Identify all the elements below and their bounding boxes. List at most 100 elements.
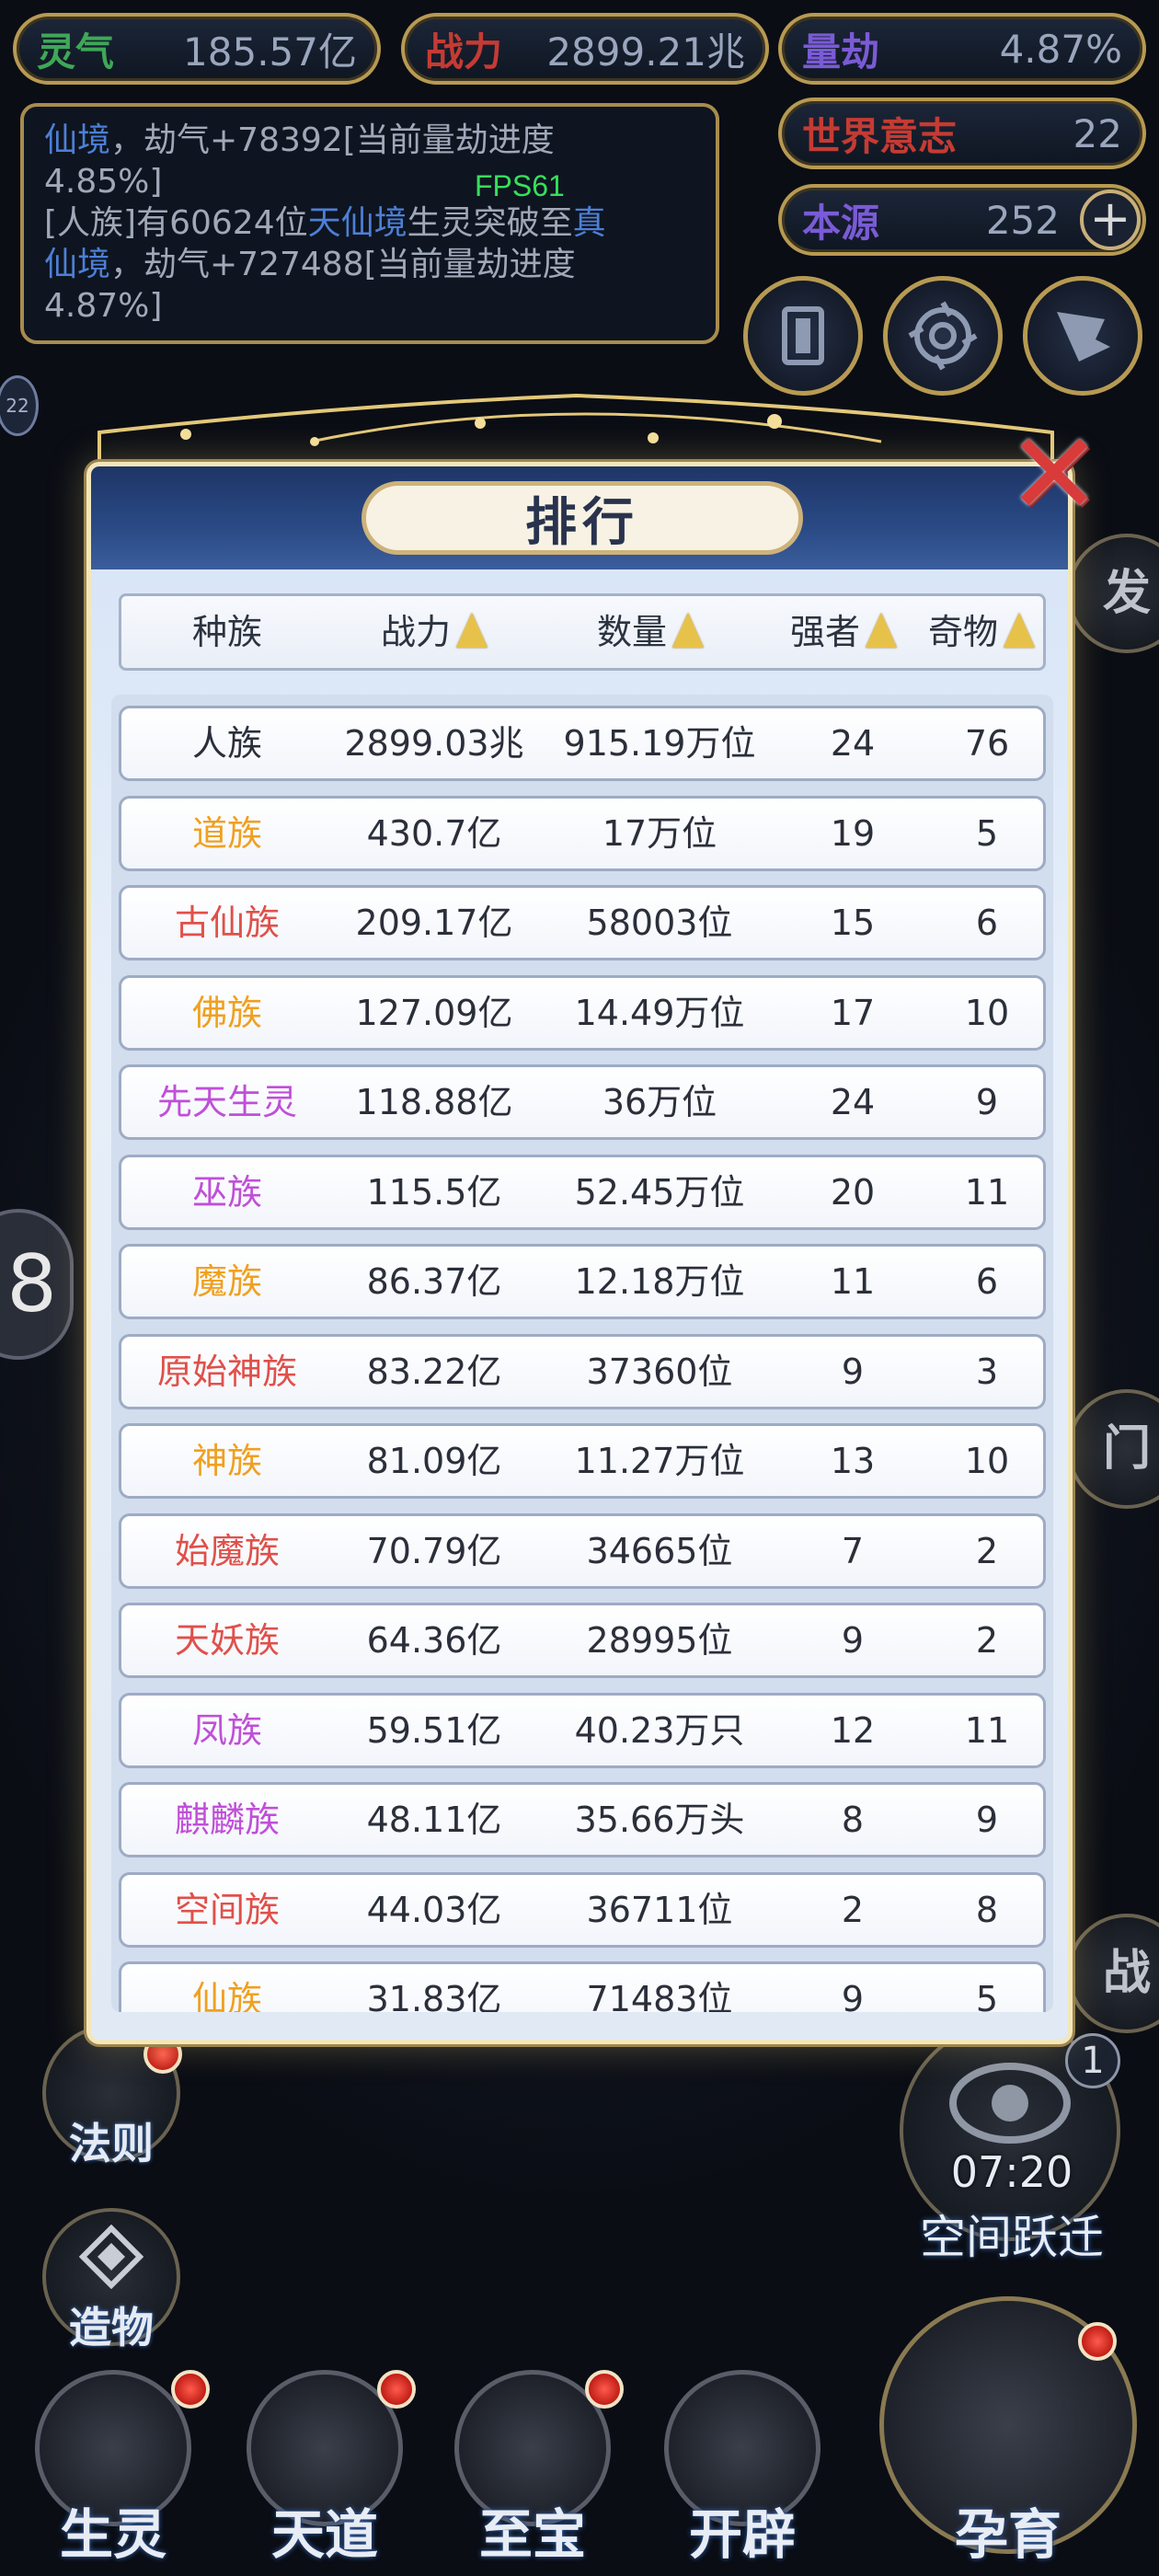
sort-power-button[interactable]: 战力 [319, 596, 549, 668]
elite-cell: 24 [830, 723, 876, 764]
count-cell: 52.45万位 [574, 1171, 745, 1213]
items-cell: 5 [975, 812, 999, 854]
faze-label: 法则 [69, 2119, 154, 2168]
left-side-tab[interactable]: 8 [0, 1209, 74, 1360]
liangjie-stat[interactable]: 量劫 4.87% [778, 13, 1146, 85]
nav-shengling-dot [171, 2370, 210, 2409]
log-line4-text: ，劫气+727488[当前量劫进度 [110, 246, 576, 283]
power-cell: 86.37亿 [366, 1261, 502, 1302]
ranking-row[interactable]: 原始神族 83.22亿 37360位 9 3 [119, 1333, 1046, 1409]
zhanli-label: 战力 [425, 29, 503, 75]
ranking-row[interactable]: 天妖族 64.36亿 28995位 9 2 [119, 1603, 1046, 1678]
race-cell: 神族 [191, 1441, 262, 1481]
nav-kaipi-button[interactable]: 开辟 [655, 2370, 830, 2566]
count-cell: 35.66万头 [574, 1800, 745, 1840]
elite-cell: 20 [830, 1171, 876, 1213]
ranking-row[interactable]: 麒麟族 48.11亿 35.66万头 8 9 [119, 1782, 1046, 1857]
benyuan-label: 本源 [802, 200, 880, 246]
items-cell: 2 [975, 1620, 999, 1661]
header-power-label: 战力 [380, 612, 451, 652]
ranking-row[interactable]: 古仙族 209.17亿 58003位 15 6 [119, 885, 1046, 960]
count-cell: 34665位 [586, 1530, 733, 1571]
flag-icon [1057, 312, 1110, 362]
sort-arrow-icon [866, 613, 897, 648]
ranking-row[interactable]: 道族 430.7亿 17万位 19 5 [119, 795, 1046, 871]
header-race: 种族 [121, 596, 333, 668]
benyuan-value: 252 [985, 197, 1060, 243]
benyuan-stat[interactable]: 本源 252 + [778, 184, 1146, 256]
space-jump-label: 空间跃迁 [920, 2211, 1104, 2264]
nav-kaipi-label: 开辟 [688, 2503, 796, 2566]
items-cell: 10 [964, 992, 1010, 1033]
side-level-badge[interactable]: 22 [0, 375, 39, 436]
race-cell: 空间族 [174, 1889, 280, 1930]
ranking-row[interactable]: 空间族 44.03亿 36711位 2 8 [119, 1871, 1046, 1948]
ranking-row[interactable]: 神族 81.09亿 11.27万位 13 10 [119, 1423, 1046, 1499]
sort-arrow-icon [672, 613, 704, 648]
shijie-stat[interactable]: 世界意志 22 [778, 98, 1146, 169]
items-cell: 6 [975, 903, 999, 943]
right-side-zhan-button[interactable]: 战 [1067, 1914, 1159, 2033]
power-cell: 44.03亿 [366, 1889, 502, 1930]
items-cell: 76 [964, 723, 1010, 764]
sort-items-button[interactable]: 奇物 [903, 596, 1060, 668]
ranking-list[interactable]: 人族 2899.03兆 915.19万位 24 76 道族 430.7亿 17万位 19 5 古仙族… [111, 695, 1053, 2012]
elite-cell: 2 [841, 1889, 865, 1930]
nav-tiandao-label: 天道 [270, 2503, 378, 2566]
flag-button[interactable] [1023, 276, 1142, 396]
count-cell: 17万位 [602, 812, 717, 854]
elite-cell: 9 [841, 1979, 865, 2012]
card-icon [782, 306, 824, 365]
power-cell: 118.88亿 [355, 1082, 513, 1122]
zaowu-label: 造物 [69, 2303, 154, 2352]
ranking-row[interactable]: 巫族 115.5亿 52.45万位 20 11 [119, 1154, 1046, 1230]
ranking-row[interactable]: 仙族 31.83亿 71483位 9 5 [119, 1961, 1046, 2012]
ranking-row[interactable]: 先天生灵 118.88亿 36万位 24 9 [119, 1064, 1046, 1140]
race-cell: 凤族 [191, 1709, 262, 1751]
sort-elite-button[interactable]: 强者 [765, 596, 922, 668]
nav-tiandao-dot [377, 2370, 416, 2409]
zaowu-button[interactable]: 造物 [42, 2208, 180, 2352]
ranking-row[interactable]: 佛族 127.09亿 14.49万位 17 10 [119, 974, 1046, 1051]
log-line3-realm2: 真 [572, 204, 606, 242]
log-line5: 4.87%] [44, 287, 163, 325]
header-count-label: 数量 [596, 612, 667, 652]
count-cell: 12.18万位 [574, 1261, 745, 1302]
right-side-fa-button[interactable]: 发 [1067, 534, 1159, 653]
count-cell: 36711位 [586, 1889, 733, 1930]
items-cell: 9 [975, 1082, 999, 1122]
elite-cell: 11 [830, 1261, 876, 1302]
right-side-men-button[interactable]: 门 [1067, 1389, 1159, 1509]
space-jump-count: 1 [1065, 2033, 1120, 2088]
vortex-button[interactable] [883, 276, 1003, 396]
right-side-zhan-label: 战 [1102, 1946, 1151, 2001]
ranking-row[interactable]: 始魔族 70.79亿 34665位 7 2 [119, 1512, 1046, 1589]
power-cell: 209.17亿 [355, 903, 513, 943]
race-cell: 原始神族 [156, 1351, 297, 1392]
power-cell: 430.7亿 [366, 812, 502, 854]
log-line4-realm: 仙境 [44, 246, 111, 283]
ranking-row[interactable]: 凤族 59.51亿 40.23万只 12 11 [119, 1692, 1046, 1768]
elite-cell: 13 [830, 1441, 876, 1481]
power-cell: 127.09亿 [355, 992, 513, 1033]
race-cell: 佛族 [191, 992, 262, 1033]
count-cell: 11.27万位 [574, 1441, 745, 1481]
header-items-label: 奇物 [927, 612, 998, 652]
sort-count-button[interactable]: 数量 [526, 596, 775, 668]
elite-cell: 7 [841, 1530, 865, 1571]
ranking-row[interactable]: 魔族 86.37亿 12.18万位 11 6 [119, 1244, 1046, 1319]
add-benyuan-button[interactable]: + [1080, 190, 1141, 250]
race-cell: 天妖族 [174, 1620, 280, 1661]
lingqi-stat: 灵气 185.57亿 [13, 13, 381, 85]
ranking-row[interactable]: 人族 2899.03兆 915.19万位 24 76 [119, 706, 1046, 781]
zhanli-stat: 战力 2899.21兆 [401, 13, 769, 85]
power-cell: 81.09亿 [366, 1441, 502, 1481]
log-line3-b: 生灵突破至 [407, 204, 573, 242]
column-headers: 种族 战力 数量 强者 奇物 [119, 593, 1046, 671]
card-button[interactable] [743, 276, 863, 396]
sort-arrow-icon [456, 613, 488, 648]
count-cell: 36万位 [602, 1082, 717, 1122]
event-log[interactable]: 仙境，劫气+78392[当前量劫进度 4.85%] [人族]有60624位天仙境… [20, 103, 719, 344]
close-icon[interactable]: ✕ [1004, 418, 1104, 532]
space-jump-timer: 07:20 [950, 2147, 1073, 2197]
